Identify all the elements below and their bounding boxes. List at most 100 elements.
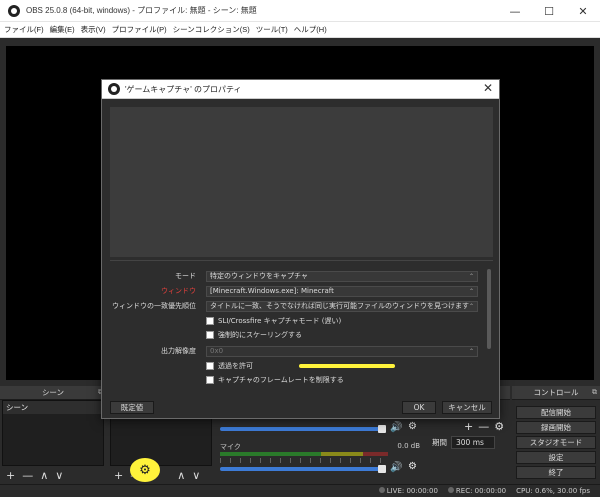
force-scaling-checkbox[interactable] (206, 331, 214, 339)
limit-framerate-checkbox-row[interactable]: キャプチャのフレームレートを制限する (206, 374, 344, 386)
maximize-button[interactable]: ☐ (532, 0, 566, 22)
transition-toolbar: + — ⚙ (464, 420, 504, 433)
obs-logo-icon (8, 4, 20, 17)
volume-slider[interactable] (220, 467, 384, 471)
property-label: ウィンドウ (161, 287, 196, 295)
source-properties-gear-icon[interactable]: ⚙ (130, 458, 160, 482)
property-label: モード (175, 272, 196, 280)
dialog-titlebar: 'ゲームキャプチャ' のプロパティ ✕ (102, 80, 499, 99)
start-recording-button[interactable]: 録画開始 (516, 421, 596, 434)
dock-float-icon[interactable]: ⧉ (592, 388, 597, 397)
scrollbar-thumb[interactable] (487, 269, 491, 349)
property-window: ウィンドウ [Minecraft.Windows.exe]: Minecraft… (110, 285, 482, 297)
scenes-list[interactable]: シーン (2, 400, 104, 466)
volume-slider-knob[interactable] (378, 425, 386, 433)
move-scene-up-button[interactable]: ∧ (40, 469, 48, 482)
defaults-button[interactable]: 既定値 (110, 401, 154, 414)
mode-select[interactable]: 特定のウィンドウをキャプチャ ⌃ (206, 270, 478, 282)
close-button[interactable]: ✕ (566, 0, 600, 22)
window-controls: — ☐ ✕ (498, 0, 600, 22)
track-name: マイク (220, 443, 241, 451)
menu-tools[interactable]: ツール(T) (256, 24, 288, 35)
property-label: ウィンドウの一致優先順位 (112, 302, 196, 310)
properties-dialog: 'ゲームキャプチャ' のプロパティ ✕ モード 特定のウィンドウをキャプチャ ⌃ … (101, 79, 500, 419)
volume-slider[interactable] (220, 427, 384, 431)
start-streaming-button[interactable]: 配信開始 (516, 406, 596, 419)
limit-framerate-checkbox[interactable] (206, 376, 214, 384)
controls-dock-header: コントロール ⧉ (512, 386, 600, 400)
dialog-title: 'ゲームキャプチャ' のプロパティ (125, 84, 242, 94)
menu-edit[interactable]: 編集(E) (50, 24, 75, 35)
speaker-icon[interactable]: 🔊 (390, 462, 402, 473)
dropdown-arrow-icon: ⌃ (468, 272, 474, 280)
property-label: 出力解像度 (161, 347, 196, 355)
property-mode: モード 特定のウィンドウをキャプチャ ⌃ (110, 270, 482, 282)
settings-button[interactable]: 設定 (516, 451, 596, 464)
sli-crossfire-checkbox-row[interactable]: SLI/Crossfire キャプチャモード (遅い) (206, 315, 341, 327)
window-select[interactable]: [Minecraft.Windows.exe]: Minecraft ⌃ (206, 285, 478, 297)
menu-profile[interactable]: プロファイル(P) (112, 24, 167, 35)
studio-mode-button[interactable]: スタジオモード (516, 436, 596, 449)
duration-input[interactable]: 300 ms (451, 436, 495, 449)
volume-slider-knob[interactable] (378, 465, 386, 473)
window-select-value: [Minecraft.Windows.exe]: Minecraft (210, 286, 334, 295)
rec-indicator-icon (447, 487, 454, 493)
highlight-underline (299, 364, 395, 368)
duration-label: 期間 (432, 438, 447, 447)
cpu-status: CPU: 0.6%, 30.00 fps (516, 487, 590, 495)
add-transition-button[interactable]: + (464, 420, 473, 433)
track-gear-icon[interactable]: ⚙ (408, 461, 417, 472)
controls-dock: コントロール ⧉ 配信開始 録画開始 スタジオモード 設定 終了 (512, 386, 600, 484)
add-source-button[interactable]: + (114, 469, 123, 482)
menu-scene-collection[interactable]: シーンコレクション(S) (173, 24, 250, 35)
mixer-track-mic: マイク 0.0 dB 🔊 ⚙ (218, 442, 424, 482)
window-match-select[interactable]: タイトルに一致、そうでなければ同じ実行可能ファイルのウィンドウを見つけます ⌃ (206, 300, 478, 312)
ok-button[interactable]: OK (402, 401, 436, 414)
meter-ticks (220, 458, 388, 463)
checkbox-label: 強制的にスケーリングする (218, 331, 302, 339)
duration-row: 期間 300 ms (432, 436, 495, 449)
window-titlebar: OBS 25.0.8 (64-bit, windows) - プロファイル: 無… (0, 0, 600, 22)
property-window-match: ウィンドウの一致優先順位 タイトルに一致、そうでなければ同じ実行可能ファイルのウ… (110, 300, 482, 312)
checkbox-label: 透過を許可 (218, 362, 253, 370)
transition-gear-icon[interactable]: ⚙ (494, 420, 504, 433)
rec-time: REC: 00:00:00 (455, 487, 507, 495)
volume-meter (220, 452, 388, 456)
status-bar: LIVE: 00:00:00 REC: 00:00:00 CPU: 0.6%, … (0, 484, 600, 497)
dialog-close-button[interactable]: ✕ (483, 81, 493, 95)
force-scaling-checkbox-row[interactable]: 強制的にスケーリングする (206, 329, 302, 341)
properties-list: モード 特定のウィンドウをキャプチャ ⌃ ウィンドウ [Minecraft.Win… (110, 268, 493, 392)
scenes-dock-title: シーン (41, 388, 65, 397)
output-resolution-select: 0x0 ⌃ (206, 345, 478, 357)
scene-item[interactable]: シーン (3, 401, 103, 414)
window-title: OBS 25.0.8 (64-bit, windows) - プロファイル: 無… (26, 6, 257, 15)
move-source-down-button[interactable]: ∨ (192, 469, 200, 482)
scenes-toolbar: + — ∧ ∨ (2, 466, 104, 484)
menu-help[interactable]: ヘルプ(H) (294, 24, 327, 35)
cancel-button[interactable]: キャンセル (442, 401, 492, 414)
remove-scene-button[interactable]: — (22, 469, 33, 482)
dialog-splitter[interactable] (110, 260, 493, 263)
property-output-resolution: 出力解像度 0x0 ⌃ (110, 345, 482, 357)
obs-logo-icon (108, 83, 120, 95)
sli-crossfire-checkbox[interactable] (206, 317, 214, 325)
move-source-up-button[interactable]: ∧ (177, 469, 185, 482)
minimize-button[interactable]: — (498, 0, 532, 22)
properties-scrollbar[interactable] (486, 267, 492, 392)
allow-transparency-checkbox[interactable] (206, 362, 214, 370)
menu-file[interactable]: ファイル(F) (4, 24, 44, 35)
exit-button[interactable]: 終了 (516, 466, 596, 479)
window-match-select-value: タイトルに一致、そうでなければ同じ実行可能ファイルのウィンドウを見つけます (210, 301, 469, 310)
rec-status: REC: 00:00:00 (447, 487, 507, 495)
remove-transition-button[interactable]: — (478, 420, 489, 433)
allow-transparency-checkbox-row[interactable]: 透過を許可 (206, 360, 253, 372)
scenes-dock: シーン ⧉ シーン + — ∧ ∨ (0, 386, 106, 484)
speaker-icon[interactable]: 🔊 (390, 422, 402, 433)
live-status: LIVE: 00:00:00 (378, 487, 438, 495)
menu-view[interactable]: 表示(V) (81, 24, 106, 35)
move-scene-down-button[interactable]: ∨ (55, 469, 63, 482)
add-scene-button[interactable]: + (6, 469, 15, 482)
track-gear-icon[interactable]: ⚙ (408, 421, 417, 432)
dropdown-arrow-icon: ⌃ (468, 302, 474, 310)
dropdown-arrow-icon: ⌃ (468, 287, 474, 295)
